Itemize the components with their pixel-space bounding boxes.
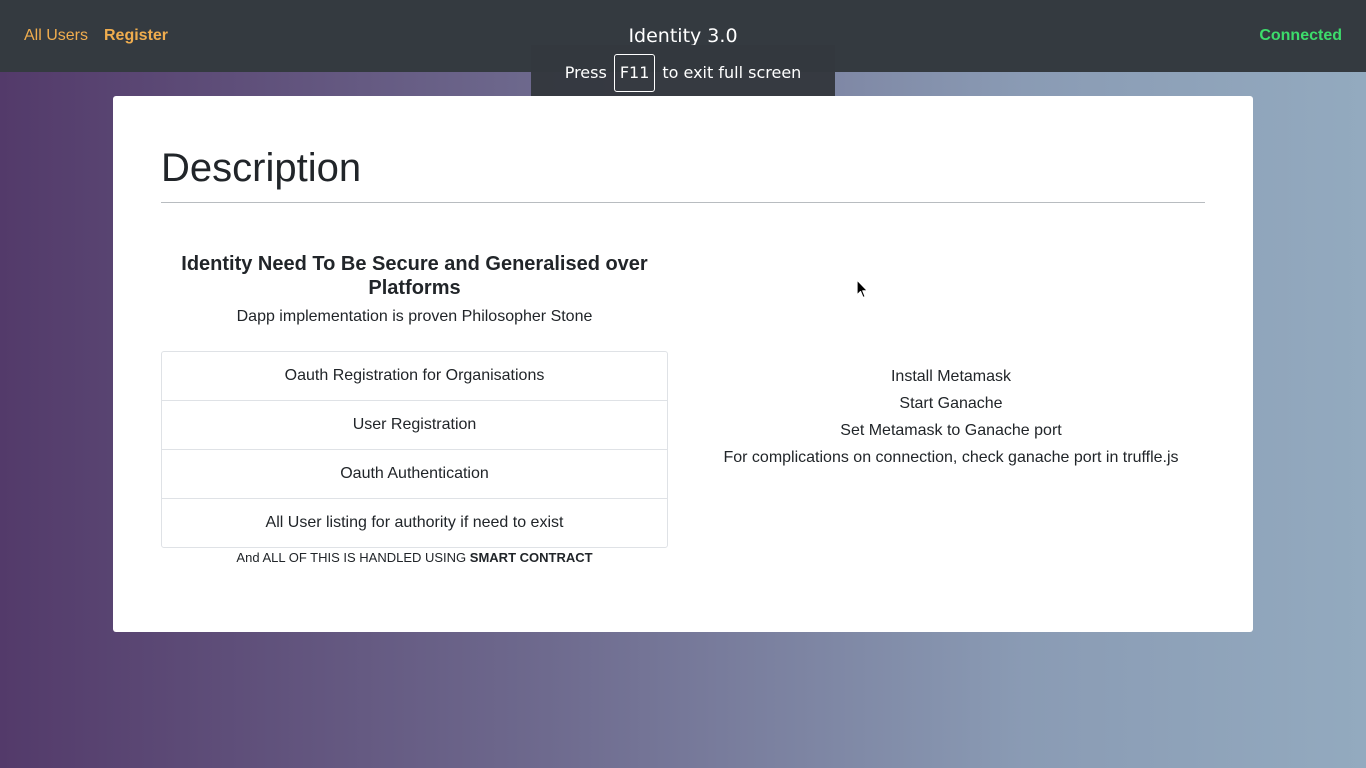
footnote-text: And ALL OF THIS IS HANDLED USING: [236, 550, 467, 565]
setup-step: Start Ganache: [899, 395, 1003, 412]
section-subtitle: Dapp implementation is proven Philosophe…: [236, 308, 593, 325]
connection-status: Connected: [1259, 27, 1342, 44]
fullscreen-notice-suffix: to exit full screen: [662, 63, 802, 82]
setup-steps: Install Metamask Start Ganache Set Metam…: [691, 363, 1211, 471]
fullscreen-notice: Press F11 to exit full screen: [531, 45, 835, 100]
fullscreen-key: F11: [613, 53, 656, 92]
section-heading: Identity Need To Be Secure and Generalis…: [181, 253, 648, 299]
setup-step: Set Metamask to Ganache port: [840, 422, 1062, 439]
feature-item: All User listing for authority if need t…: [162, 498, 667, 547]
feature-list: Oauth Registration for Organisations Use…: [161, 351, 668, 548]
feature-item: Oauth Authentication: [162, 449, 667, 498]
footnote-strong: SMART CONTRACT: [469, 550, 593, 565]
features-column: Identity Need To Be Secure and Generalis…: [161, 252, 668, 566]
description-card: Description Identity Need To Be Secure a…: [113, 96, 1253, 632]
footnote: And ALL OF THIS IS HANDLED USING SMART C…: [161, 550, 668, 566]
page-title: Description: [161, 146, 362, 190]
setup-step: Install Metamask: [890, 368, 1012, 385]
fullscreen-notice-prefix: Press: [564, 63, 607, 82]
feature-item: Oauth Registration for Organisations: [284, 367, 545, 384]
setup-step: For complications on connection, check g…: [723, 449, 1179, 466]
title-divider: [161, 202, 1205, 203]
feature-item: User Registration: [162, 400, 667, 449]
mouse-pointer-icon: [856, 279, 869, 299]
